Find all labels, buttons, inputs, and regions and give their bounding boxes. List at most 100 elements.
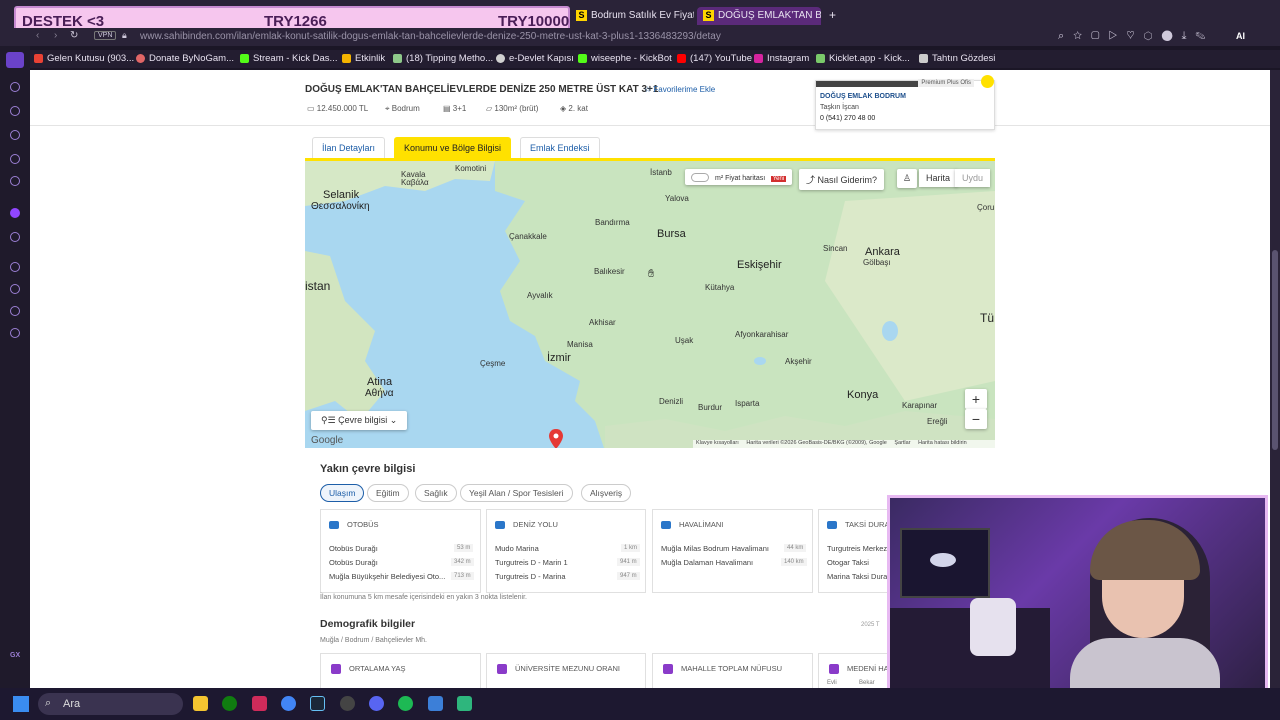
zoom-out-button[interactable]: − (965, 409, 987, 429)
scrollbar-track[interactable] (1270, 70, 1280, 688)
bookmark-donate[interactable]: Donate ByNoGam... (136, 53, 234, 64)
file-explorer-icon[interactable] (193, 696, 208, 711)
toolbar-icons[interactable]: ⌕☆▢▷♡⬡⬤⤓✎ (1058, 30, 1214, 43)
card-bar (816, 81, 931, 87)
chrome-icon[interactable] (281, 696, 296, 711)
url-text[interactable]: www.sahibinden.com/ilan/emlak-konut-sati… (140, 31, 721, 42)
sidebar-icon-1[interactable] (10, 82, 20, 92)
bus-icon (329, 521, 339, 530)
distance-badge: 53 m (454, 544, 474, 552)
map-terrain (305, 161, 995, 448)
sidebar-icon-2[interactable] (10, 106, 20, 116)
map-label-manisa: Manisa (567, 340, 593, 349)
directions-button[interactable]: ⤴ Nasıl Giderim? (799, 169, 885, 190)
bookmark-instagram[interactable]: Instagram (754, 53, 809, 64)
spotify-icon[interactable] (398, 696, 413, 711)
chip-health[interactable]: Sağlık (415, 484, 457, 502)
map-label-isparta: Isparta (735, 399, 760, 408)
agency-phone[interactable]: 0 (541) 270 48 00 (820, 115, 875, 122)
map-view[interactable]: Kavala Καβάλα Komotini Selanik Θεσσαλονί… (305, 158, 995, 448)
bookmark-gmail[interactable]: Gelen Kutusu (903... (34, 53, 134, 64)
sahibinden-icon: S (703, 10, 714, 21)
scrollbar-thumb[interactable] (1272, 250, 1278, 450)
bookmark-kicklet[interactable]: Kicklet.app - Kick... (816, 53, 910, 64)
taskbar-search[interactable] (38, 693, 183, 715)
bookmark-edevlet[interactable]: e-Devlet Kapısı (496, 53, 574, 64)
app-icon[interactable] (428, 696, 443, 711)
tab-bodrum[interactable]: S Bodrum Satılık Ev Fiyatları (570, 7, 694, 25)
chip-green-sport[interactable]: Yeşil Alan / Spor Tesisleri (460, 484, 573, 502)
toggle-switch-icon[interactable] (691, 173, 709, 183)
windows-start-icon[interactable] (13, 696, 29, 712)
demographics-title: Demografik bilgiler (320, 618, 416, 630)
bus-card-title: OTOBÜS (347, 520, 379, 529)
satellite-button[interactable]: Uydu (955, 169, 991, 187)
demographics-year: 2025 T (861, 622, 880, 628)
bookmark-label: (147) YouTube (690, 53, 752, 64)
sidebar-icon-7[interactable] (10, 262, 20, 272)
obs-icon[interactable] (340, 696, 355, 711)
new-tab-button[interactable]: + (823, 5, 837, 23)
ai-button[interactable]: AI (1236, 31, 1245, 41)
terms-link[interactable]: Şartlar (894, 440, 910, 446)
bookmark-label: Tahtın Gözdesi (932, 53, 996, 64)
webcam-overlay (887, 495, 1268, 715)
sidebar-icon-6[interactable] (10, 232, 20, 242)
tab-location-info[interactable]: Konumu ve Bölge Bilgisi (394, 137, 512, 159)
sidebar-icon-5[interactable] (10, 176, 20, 186)
sidebar-icon-8[interactable] (10, 306, 20, 316)
reload-icon[interactable]: ↻ (70, 30, 78, 41)
new-badge: Yeni (770, 176, 787, 182)
gmail-icon (34, 53, 43, 63)
discord-icon[interactable] (369, 696, 384, 711)
bookmark-kick-stream[interactable]: Stream - Kick Das... (240, 53, 337, 64)
steam-icon[interactable] (310, 696, 325, 711)
list-item: Otobüs Durağı (329, 558, 378, 567)
street-view-icon[interactable]: ♙ (897, 169, 918, 188)
map-label-sincan: Sincan (823, 244, 848, 253)
gx-label: GX (10, 652, 21, 659)
favorite-link[interactable]: ☆ Favorilerime Ekle (644, 85, 715, 94)
tab-listing-active[interactable]: S DOĞUŞ EMLAK'TAN BAHÇ (697, 7, 821, 25)
location-pin-icon[interactable] (549, 429, 563, 448)
demographics-location: Muğla / Bodrum / Bahçelievler Mh. (320, 637, 427, 644)
settings-icon[interactable] (10, 328, 20, 338)
map-label-cesme: Çeşme (480, 359, 506, 368)
environment-info-dropdown[interactable]: ⚲☰ Çevre bilgisi ⌄ (311, 411, 408, 430)
twitch-icon[interactable] (10, 208, 20, 218)
zoom-in-button[interactable]: + (965, 389, 987, 409)
bookmark-tahtin[interactable]: Tahtın Gözdesi (919, 53, 995, 64)
home-icon[interactable] (6, 52, 24, 68)
price-map-toggle[interactable]: m² Fiyat haritası Yeni (685, 169, 793, 186)
tab-listing-details[interactable]: İlan Detayları (312, 137, 386, 159)
chip-transport[interactable]: Ulaşım (320, 484, 365, 502)
environment-icon: ⚲☰ (321, 415, 339, 425)
sidebar-icon-3[interactable] (10, 130, 20, 140)
opera-gx-icon[interactable] (252, 696, 267, 711)
chip-shopping[interactable]: Alışveriş (581, 484, 632, 502)
xbox-icon[interactable] (222, 696, 237, 711)
back-icon[interactable]: ‹ (36, 30, 39, 41)
sidebar-icon-4[interactable] (10, 154, 20, 164)
map-type-button[interactable]: Harita (919, 169, 958, 187)
report-map-error-link[interactable]: Harita hatası bildirin (918, 440, 967, 446)
vpn-badge[interactable]: VPN (94, 31, 117, 40)
agency-contact-card[interactable]: Premium Plus Ofis DOĞUŞ EMLAK BODRUM Taş… (815, 75, 995, 130)
avg-age-title: ORTALAMA YAŞ (349, 664, 406, 673)
agency-name[interactable]: DOĞUŞ EMLAK BODRUM (820, 93, 906, 100)
price: 12.450.000 TL (316, 104, 369, 113)
forward-icon[interactable]: › (54, 30, 57, 41)
premium-badge: Premium Plus Ofis (918, 79, 974, 87)
bookmark-etkinlik[interactable]: Etkinlik (342, 53, 385, 64)
keyboard-shortcuts-link[interactable]: Klavye kısayolları (696, 440, 739, 446)
listing-header (30, 70, 1270, 126)
whatsapp-icon[interactable] (457, 696, 472, 711)
clock-icon[interactable] (10, 284, 20, 294)
bookmark-kickbot[interactable]: wiseephe - KickBot (578, 53, 672, 64)
chip-education[interactable]: Eğitim (367, 484, 409, 502)
distance-badge: 1 km (621, 544, 641, 552)
tab-real-estate-index[interactable]: Emlak Endeksi (520, 137, 600, 159)
bookmark-tipping[interactable]: (18) Tipping Metho... (393, 53, 493, 64)
bookmark-youtube[interactable]: (147) YouTube (677, 53, 752, 64)
bookmark-label: (18) Tipping Metho... (406, 53, 494, 64)
